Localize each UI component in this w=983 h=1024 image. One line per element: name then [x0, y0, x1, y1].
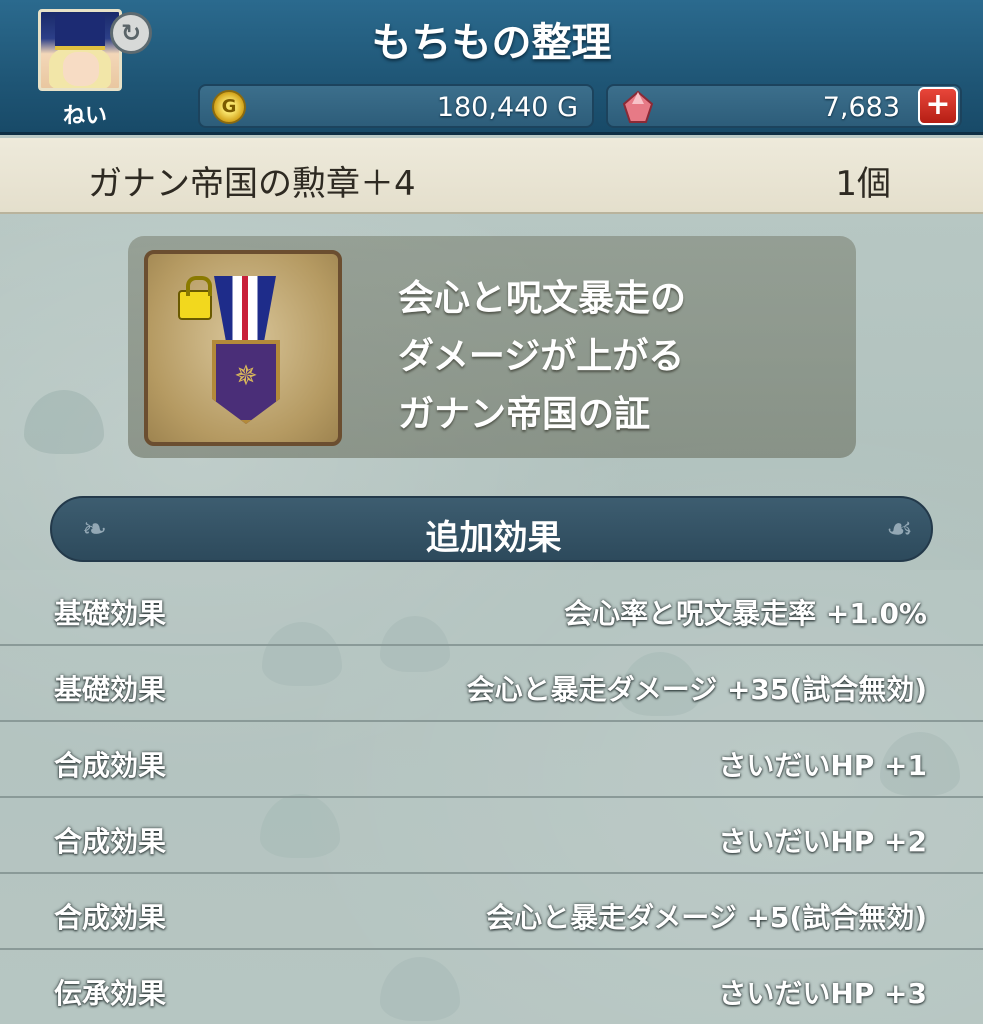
lock-icon[interactable] — [178, 276, 212, 320]
effect-row: 基礎効果 会心率と呪文暴走率 +1.0% — [0, 570, 983, 646]
effect-label: 基礎効果 — [54, 673, 167, 706]
effect-value: さいだいHP +2 — [718, 825, 927, 858]
section-title: 追加効果 — [425, 518, 562, 558]
gold-coin-icon: G — [212, 90, 246, 124]
gem-icon — [622, 90, 654, 123]
effect-value: 会心率と呪文暴走率 +1.0% — [564, 597, 927, 630]
effect-label: 合成効果 — [54, 749, 167, 782]
effect-row: 合成効果 さいだいHP +2 — [0, 798, 983, 874]
effect-value: 会心と暴走ダメージ +35(試合無効) — [466, 673, 927, 706]
effect-value: さいだいHP +3 — [718, 977, 927, 1010]
medal-emblem-icon: ✵ — [234, 359, 258, 392]
page-title: もちもの整理 — [371, 20, 612, 66]
player-name: ねい — [62, 104, 107, 129]
item-title-bar: ガナン帝国の勲章＋4 1個 — [0, 138, 983, 214]
effect-row: 基礎効果 会心と暴走ダメージ +35(試合無効) — [0, 646, 983, 722]
effects-list: 基礎効果 会心率と呪文暴走率 +1.0% 基礎効果 会心と暴走ダメージ +35(… — [0, 570, 983, 1024]
description-line: 会心と呪文暴走の — [398, 278, 687, 319]
add-gems-button[interactable]: + — [918, 87, 958, 125]
item-name: ガナン帝国の勲章＋4 — [88, 164, 416, 204]
ornament-icon-right: ☙ — [886, 512, 913, 547]
description-line: ガナン帝国の証 — [398, 394, 651, 435]
effect-label: 伝承効果 — [54, 977, 167, 1010]
item-icon-frame: ✵ — [144, 250, 342, 446]
slime-decoration — [24, 390, 104, 454]
effect-label: 合成効果 — [54, 825, 167, 858]
gold-amount: 180,440 G — [436, 92, 578, 123]
medal-ribbon-icon — [214, 276, 276, 344]
gold-display: G 180,440 G — [198, 84, 594, 128]
effect-value: さいだいHP +1 — [718, 749, 927, 782]
gem-display: 7,683 + — [606, 84, 962, 128]
section-header: ❧ 追加効果 ☙ — [50, 496, 933, 562]
effect-row: 合成効果 さいだいHP +1 — [0, 722, 983, 798]
item-count: 1個 — [835, 164, 891, 204]
description-line: ダメージが上がる — [398, 336, 685, 377]
effect-row: 合成効果 会心と暴走ダメージ +5(試合無効) — [0, 874, 983, 950]
top-header: ↻ ねい もちもの整理 G 180,440 G 7,683 + — [0, 0, 983, 135]
effect-label: 合成効果 — [54, 901, 167, 934]
gem-amount: 7,683 — [822, 92, 900, 123]
effect-row: 伝承効果 さいだいHP +3 — [0, 950, 983, 1024]
effect-value: 会心と暴走ダメージ +5(試合無効) — [486, 901, 927, 934]
item-description: 会心と呪文暴走の ダメージが上がる ガナン帝国の証 — [398, 270, 838, 444]
effect-label: 基礎効果 — [54, 597, 167, 630]
